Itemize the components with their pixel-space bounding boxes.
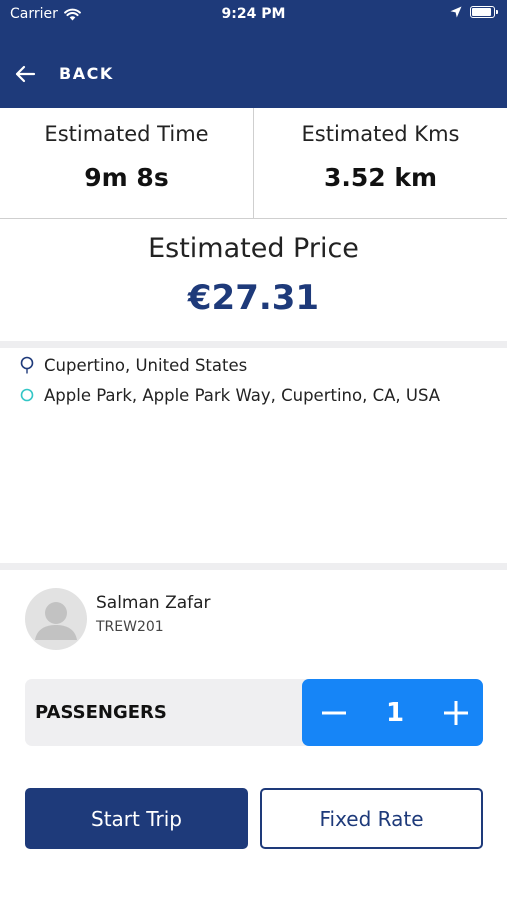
- route-destination: Apple Park, Apple Park Way, Cupertino, C…: [20, 380, 490, 410]
- arrow-left-icon: [15, 65, 36, 82]
- app-header: Carrier 9:24 PM BACK: [0, 0, 507, 108]
- estimates-row: Estimated Time 9m 8s Estimated Kms 3.52 …: [0, 108, 507, 219]
- status-time: 9:24 PM: [221, 6, 286, 22]
- driver-name: Salman Zafar: [96, 593, 211, 613]
- destination-address: Apple Park, Apple Park Way, Cupertino, C…: [44, 385, 441, 405]
- route-list: Cupertino, United States Apple Park, App…: [20, 350, 490, 410]
- status-bar: Carrier 9:24 PM: [0, 0, 507, 30]
- origin-address: Cupertino, United States: [44, 355, 248, 375]
- person-avatar-icon: [25, 588, 87, 650]
- driver-info: Salman Zafar TREW201: [96, 593, 211, 635]
- section-divider: [0, 563, 507, 570]
- estimated-kms-cell: Estimated Kms 3.52 km: [253, 108, 507, 218]
- driver-code: TREW201: [96, 619, 164, 635]
- route-origin: Cupertino, United States: [20, 350, 490, 380]
- plus-icon: [444, 700, 468, 725]
- back-label: BACK: [59, 64, 114, 83]
- driver-card: Salman Zafar TREW201: [25, 588, 211, 650]
- pin-icon: [20, 356, 34, 374]
- estimated-time-value: 9m 8s: [84, 163, 169, 192]
- status-right: [450, 6, 498, 18]
- start-trip-button[interactable]: Start Trip: [25, 788, 248, 849]
- passengers-row: PASSENGERS 1: [25, 679, 483, 746]
- circle-icon: [20, 388, 34, 402]
- estimated-time-cell: Estimated Time 9m 8s: [0, 108, 253, 218]
- fixed-rate-button[interactable]: Fixed Rate: [260, 788, 483, 849]
- estimated-time-label: Estimated Time: [44, 122, 209, 146]
- decrement-button[interactable]: [320, 699, 348, 727]
- increment-button[interactable]: [442, 699, 470, 727]
- passenger-stepper: 1: [302, 679, 483, 746]
- minus-icon: [322, 711, 346, 714]
- location-arrow-icon: [450, 6, 462, 18]
- estimated-price-value: €27.31: [187, 278, 320, 318]
- section-divider: [0, 341, 507, 348]
- estimated-price-label: Estimated Price: [148, 233, 359, 264]
- estimated-kms-label: Estimated Kms: [301, 122, 460, 146]
- passengers-label: PASSENGERS: [35, 702, 167, 723]
- battery-icon: [470, 6, 498, 18]
- estimated-price-block: Estimated Price €27.31: [0, 219, 507, 343]
- estimated-kms-value: 3.52 km: [323, 163, 438, 192]
- back-button[interactable]: BACK: [14, 64, 114, 83]
- passenger-count: 1: [385, 697, 405, 728]
